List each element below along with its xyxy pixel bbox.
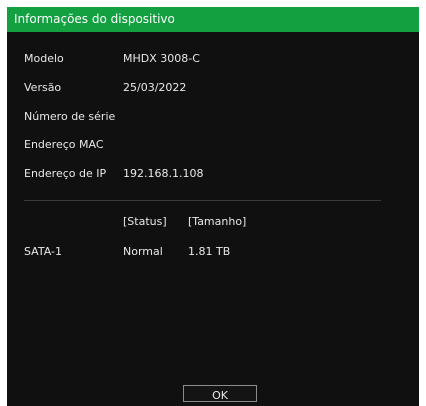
disk-name: SATA-1	[24, 245, 62, 258]
dialog-title: Informações do dispositivo	[14, 12, 175, 26]
serial-number-label: Número de série	[24, 110, 116, 123]
mac-address-label: Endereço MAC	[24, 138, 104, 151]
section-divider	[24, 200, 381, 201]
device-info-dialog: Informações do dispositivo Modelo MHDX 3…	[7, 7, 419, 406]
ok-button[interactable]: OK	[183, 385, 257, 402]
ip-address-label: Endereço de IP	[24, 167, 107, 180]
disk-size: 1.81 TB	[188, 245, 231, 258]
model-label: Modelo	[24, 52, 64, 65]
version-value: 25/03/2022	[123, 81, 187, 94]
ip-address-value: 192.168.1.108	[123, 167, 204, 180]
status-column-header: [Status]	[123, 215, 167, 228]
disk-status: Normal	[123, 245, 163, 258]
size-column-header: [Tamanho]	[188, 215, 247, 228]
version-label: Versão	[24, 81, 62, 94]
model-value: MHDX 3008-C	[123, 52, 200, 65]
title-bar: Informações do dispositivo	[7, 7, 419, 32]
